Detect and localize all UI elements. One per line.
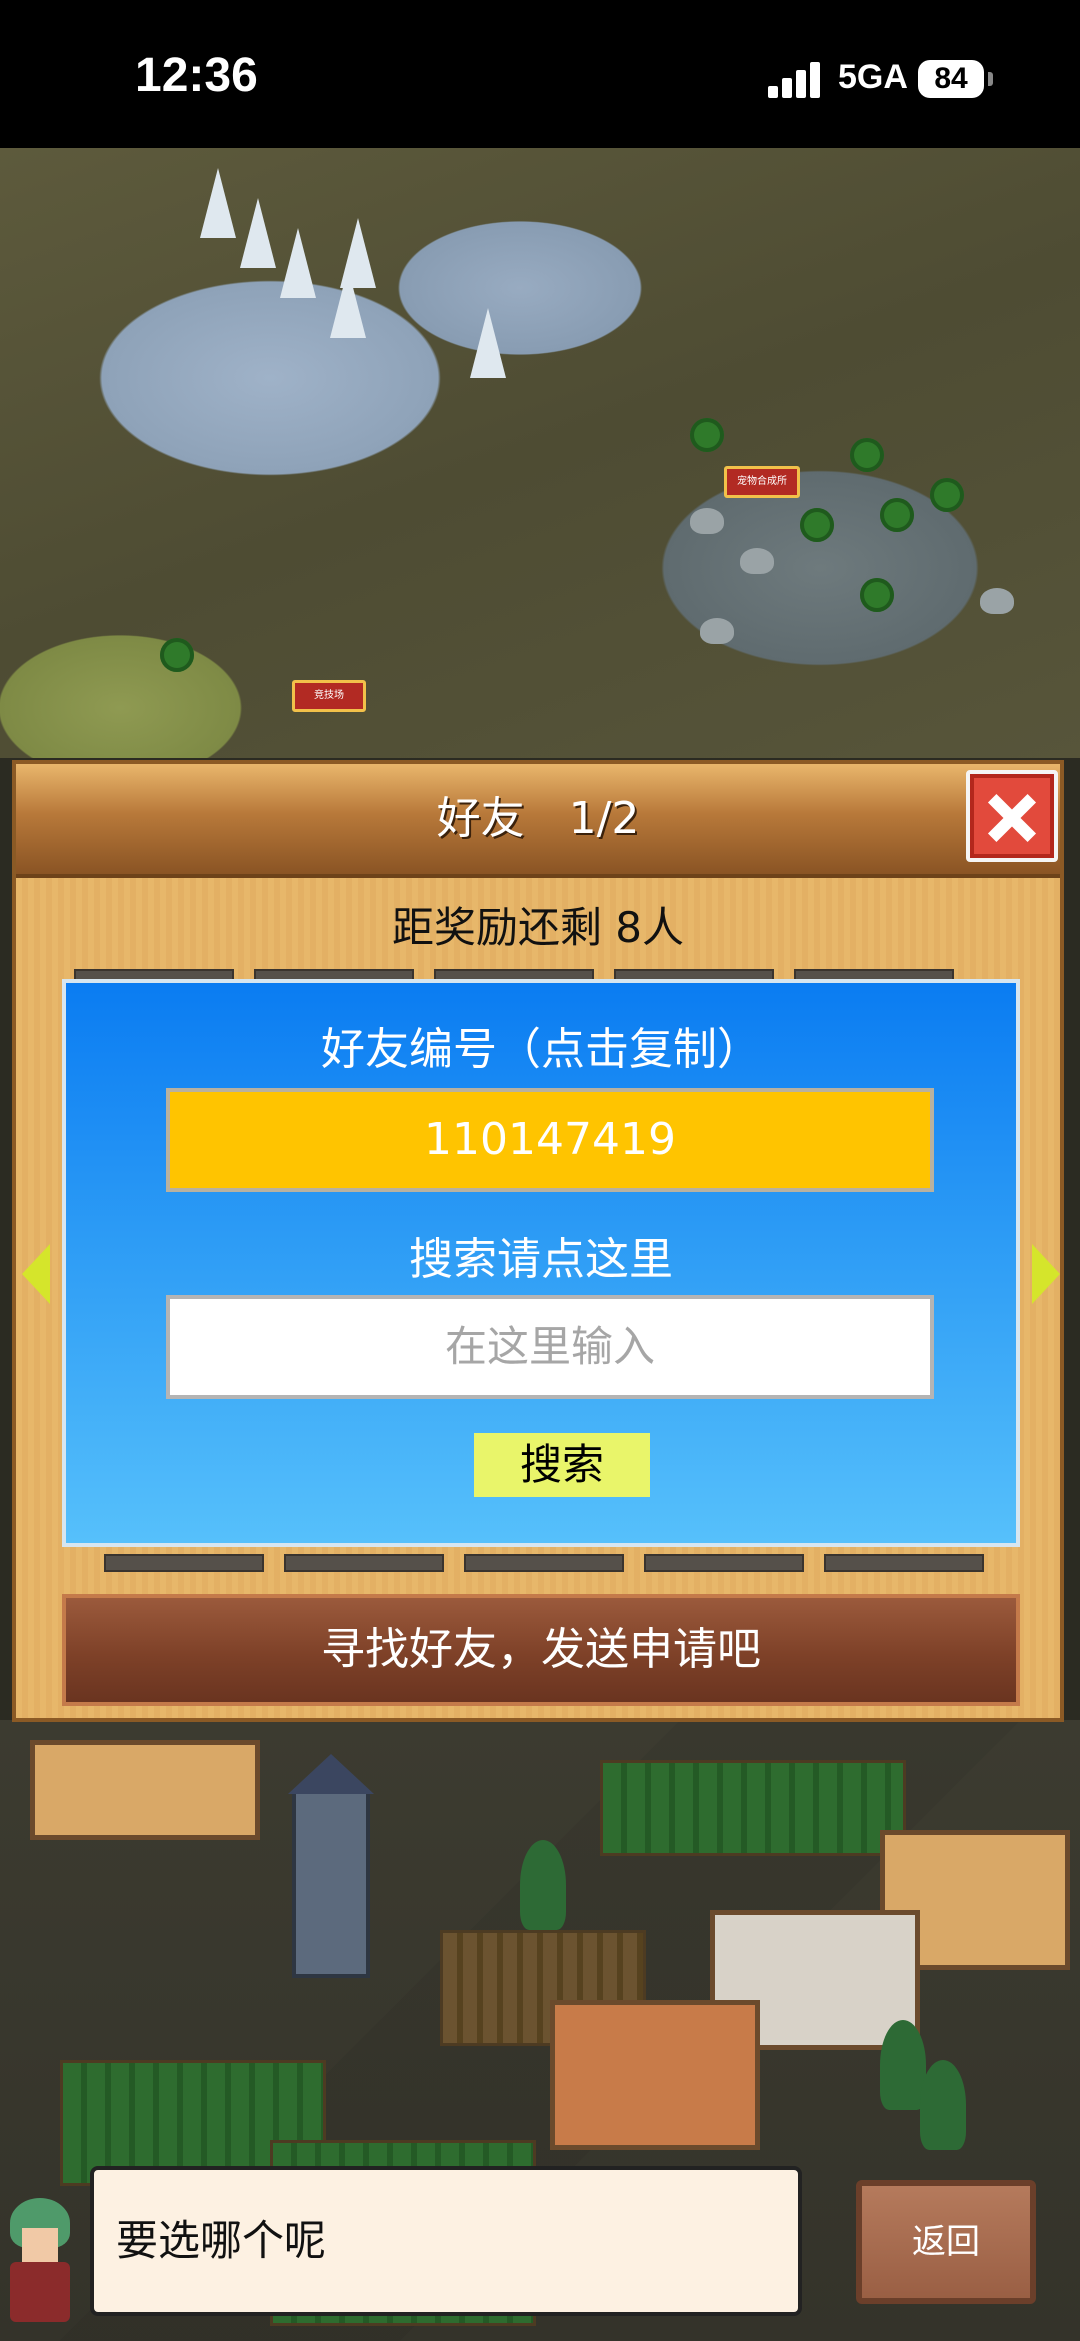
search-input[interactable]: 在这里输入 (166, 1295, 934, 1399)
tree-icon (800, 508, 834, 542)
chat-bubble: 要选哪个呢 (90, 2166, 802, 2316)
find-friends-button[interactable]: 寻找好友，发送申请吧 (62, 1594, 1020, 1706)
snow-tree-icon (280, 228, 316, 298)
rock-icon (690, 508, 724, 534)
map-building-label[interactable]: 宠物合成所 (724, 466, 800, 498)
tree-icon (930, 478, 964, 512)
palm-tree-icon (160, 638, 194, 672)
brick-house[interactable] (550, 2000, 760, 2150)
pine-tree-icon (880, 2020, 926, 2110)
rock-icon (740, 548, 774, 574)
friend-panel: 好友编号（点击复制） 110147419 搜索请点这里 在这里输入 搜索 (62, 979, 1020, 1547)
signal-icon (768, 60, 824, 98)
friend-code-label[interactable]: 好友编号（点击复制） (66, 1013, 1016, 1077)
battery-tip (988, 72, 993, 86)
snow-tree-icon (240, 198, 276, 268)
page-tabs-bottom (64, 1554, 1024, 1572)
network-type: 5GA (838, 58, 908, 96)
dialog-title: 好友 1/2 (436, 793, 640, 844)
tree-icon (690, 418, 724, 452)
close-button[interactable] (966, 770, 1058, 862)
pine-tree-icon (920, 2060, 966, 2150)
snow-tree-icon (470, 308, 506, 378)
character-avatar (0, 2198, 80, 2328)
friends-dialog: 好友 1/2 距奖励还剩 8人 好友编号（点击复制） 110147419 搜索请… (12, 760, 1064, 1722)
tree-icon (860, 578, 894, 612)
dialog-header: 好友 1/2 (16, 764, 1060, 878)
game-map-top[interactable]: 宠物合成所 竞技场 (0, 148, 1080, 758)
status-bar: 12:36 5GA 84 (0, 0, 1080, 148)
reward-remaining-text: 距奖励还剩 8人 (391, 903, 685, 952)
friend-code-copy-button[interactable]: 110147419 (166, 1088, 934, 1192)
pine-tree-icon (520, 1840, 566, 1930)
clock-tower[interactable] (288, 1754, 374, 1978)
back-button[interactable]: 返回 (856, 2180, 1036, 2304)
tree-icon (850, 438, 884, 472)
search-button[interactable]: 搜索 (474, 1433, 650, 1497)
next-page-arrow-icon[interactable] (1032, 1244, 1060, 1304)
search-label: 搜索请点这里 (409, 1234, 673, 1285)
rock-icon (980, 588, 1014, 614)
snow-tree-icon (340, 218, 376, 288)
status-time: 12:36 (135, 49, 258, 102)
battery-icon: 84 (918, 60, 984, 98)
rock-icon (700, 618, 734, 644)
tree-icon (880, 498, 914, 532)
prev-page-arrow-icon[interactable] (22, 1244, 50, 1304)
snow-tree-icon (200, 168, 236, 238)
map-building-label[interactable]: 竞技场 (292, 680, 366, 712)
crop-field (600, 1760, 906, 1856)
market-building[interactable] (30, 1740, 260, 1840)
